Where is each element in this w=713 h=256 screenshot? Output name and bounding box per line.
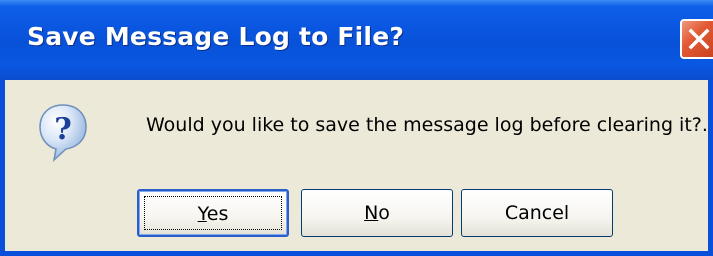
close-button[interactable]	[680, 19, 713, 59]
save-message-log-dialog: Save Message Log to File? ? Would you li…	[0, 0, 713, 256]
message-text: Would you like to save the message log b…	[146, 114, 708, 136]
dialog-title: Save Message Log to File?	[27, 22, 405, 51]
no-button-label: No	[364, 202, 390, 224]
yes-button[interactable]: Yes	[137, 189, 289, 237]
yes-button-label: Yes	[197, 203, 229, 225]
question-icon: ?	[39, 104, 87, 163]
close-icon	[688, 28, 710, 50]
cancel-button-label: Cancel	[504, 202, 570, 224]
svg-text:?: ?	[54, 112, 72, 147]
title-bar[interactable]: Save Message Log to File?	[0, 0, 713, 80]
dialog-body: ? Would you like to save the message log…	[5, 80, 708, 251]
cancel-button[interactable]: Cancel	[461, 189, 613, 237]
no-button[interactable]: No	[301, 189, 453, 237]
